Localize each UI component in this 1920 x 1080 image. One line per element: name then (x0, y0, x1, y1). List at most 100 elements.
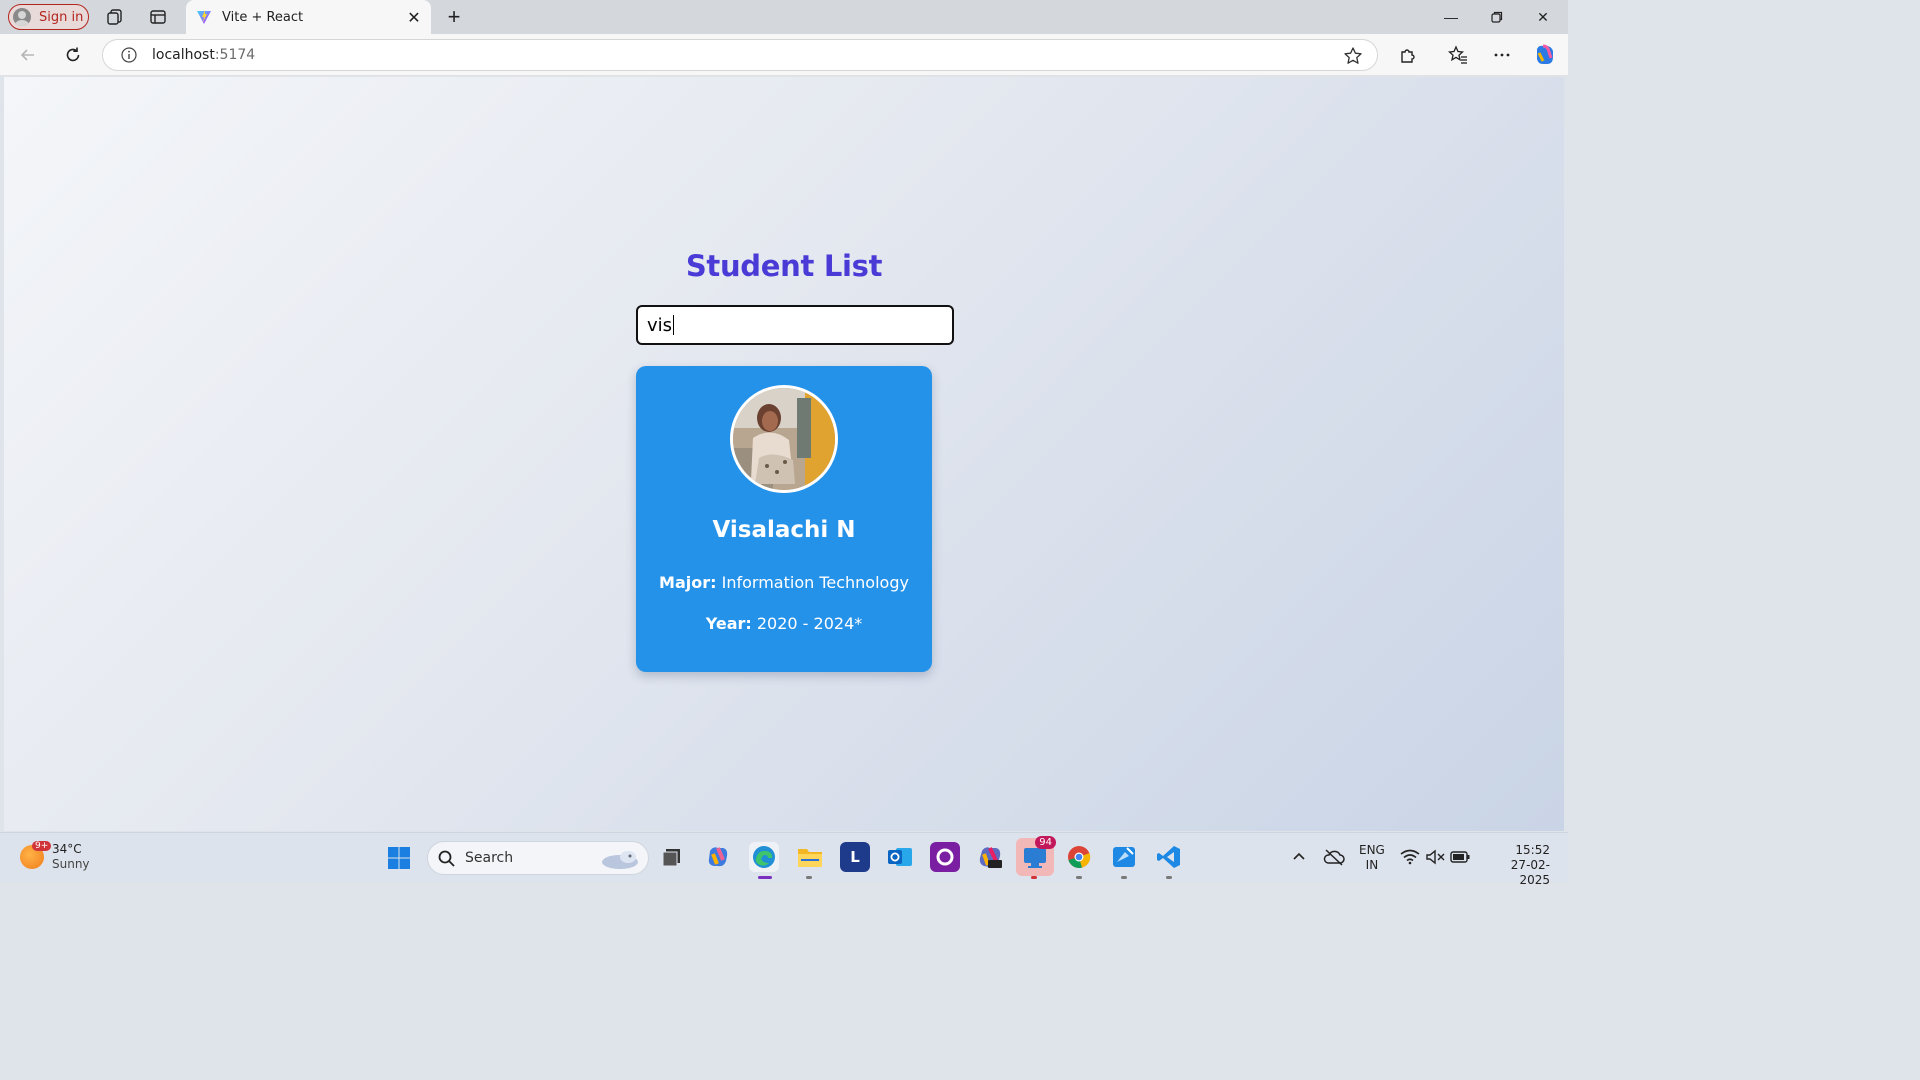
favorites-button[interactable] (1446, 43, 1470, 67)
search-highlight-icon (602, 851, 638, 869)
student-name: Visalachi N (712, 517, 856, 543)
vscode-icon (1157, 846, 1180, 868)
teams-running-indicator (1031, 876, 1037, 879)
task-view-app[interactable] (657, 842, 687, 872)
region-code: IN (1365, 858, 1379, 872)
folder-icon (798, 849, 822, 867)
minimize-button[interactable]: — (1428, 0, 1474, 34)
vertical-tabs-icon[interactable] (149, 8, 167, 26)
chrome-icon (1068, 846, 1091, 868)
tab-vite-react[interactable]: Vite + React ✕ (186, 0, 431, 34)
page-viewport: Student List vis Visalachi N Major: Info… (4, 77, 1564, 831)
chrome-running-indicator (1076, 876, 1082, 879)
major-value: Information Technology (721, 573, 909, 592)
year-label: Year: (705, 614, 752, 633)
m365-app[interactable] (975, 842, 1005, 872)
refresh-button[interactable] (61, 43, 85, 67)
file-explorer-app[interactable] (795, 842, 825, 872)
paint-running-indicator (1121, 876, 1127, 879)
settings-more-button[interactable] (1490, 43, 1514, 67)
sun-icon: 9+ (20, 841, 52, 869)
edge-active-indicator (758, 876, 772, 879)
url-port: :5174 (214, 47, 256, 63)
student-photo (730, 385, 838, 493)
task-view-icon (662, 849, 680, 867)
browser-titlebar: Sign in Vite + React ✕ + — ✕ (0, 0, 1568, 34)
extensions-icon (1401, 49, 1415, 63)
major-label: Major: (659, 573, 717, 592)
copilot-taskbar-icon (708, 847, 728, 867)
back-button[interactable] (16, 43, 40, 67)
language-indicator[interactable]: ENG IN (1359, 843, 1385, 873)
clock[interactable]: 15:52 27-02-2025 (1484, 843, 1550, 888)
teams-badge: 94 (1035, 836, 1056, 849)
page-title: Student List (685, 249, 883, 283)
restore-icon (1491, 11, 1503, 23)
chrome-app[interactable] (1064, 842, 1094, 872)
l-app[interactable]: L (840, 842, 870, 872)
copilot-app[interactable] (703, 842, 733, 872)
student-search-input[interactable]: vis (636, 305, 954, 345)
clock-date: 27-02-2025 (1510, 858, 1550, 887)
copilot-icon (1537, 44, 1553, 64)
teams-app[interactable]: 94 (1016, 836, 1056, 876)
address-bar[interactable]: localhost:5174 (102, 39, 1378, 71)
edge-app[interactable] (749, 842, 779, 872)
battery-icon[interactable] (1450, 851, 1470, 863)
start-windows-icon[interactable] (387, 846, 411, 870)
favorites-icon (1448, 45, 1467, 64)
weather-widget[interactable]: 9+ 34°C Sunny (20, 841, 90, 872)
m365-icon (979, 847, 1002, 868)
workspaces-icon[interactable] (106, 8, 124, 26)
sign-in-label: Sign in (39, 9, 84, 25)
windows-taskbar: 9+ 34°C Sunny Search L 94 ENG IN 15:52 2… (0, 832, 1568, 887)
browser-toolbar: localhost:5174 (0, 34, 1568, 76)
url-text: localhost:5174 (152, 47, 255, 63)
edge-icon (753, 846, 775, 868)
more-icon (1494, 53, 1510, 57)
close-tab-icon[interactable]: ✕ (405, 8, 423, 27)
sign-in-button[interactable]: Sign in (8, 4, 89, 30)
profile-icon (13, 8, 31, 26)
year-value: 2020 - 2024* (756, 614, 863, 633)
search-icon (438, 850, 455, 867)
explorer-running-indicator (806, 876, 812, 879)
clock-time: 15:52 (1515, 843, 1550, 857)
search-input-value: vis (647, 314, 673, 336)
site-info-icon[interactable] (121, 47, 137, 63)
url-host: localhost (152, 47, 215, 63)
vscode-app[interactable] (1154, 842, 1184, 872)
student-photo-image (733, 388, 835, 490)
temperature: 34°C (52, 842, 82, 856)
outlook-app[interactable] (885, 842, 915, 872)
refresh-icon (66, 47, 80, 62)
vscode-running-indicator (1166, 876, 1172, 879)
student-year: Year: 2020 - 2024* (636, 614, 932, 633)
paint-app[interactable] (1109, 842, 1139, 872)
student-card[interactable]: Visalachi N Major: Information Technolog… (636, 366, 932, 672)
weather-condition: Sunny (52, 857, 90, 871)
close-window-button[interactable]: ✕ (1520, 0, 1566, 34)
cortana-app[interactable] (930, 842, 960, 872)
volume-muted-icon[interactable] (1425, 849, 1445, 865)
wifi-icon[interactable] (1400, 849, 1420, 865)
paint-icon (1113, 847, 1135, 867)
favorite-star-icon[interactable] (1343, 46, 1363, 66)
taskbar-search-box[interactable]: Search (427, 841, 649, 875)
extensions-button[interactable] (1396, 43, 1420, 67)
outlook-icon (888, 848, 912, 866)
language-code: ENG (1359, 843, 1385, 857)
back-arrow-icon (20, 49, 34, 61)
tab-title: Vite + React (222, 9, 304, 25)
weather-badge: 9+ (32, 841, 52, 851)
onedrive-offline-icon[interactable] (1323, 848, 1345, 866)
copilot-button[interactable] (1533, 43, 1557, 67)
vite-logo-icon (197, 10, 211, 24)
text-caret (673, 315, 675, 335)
taskbar-search-placeholder: Search (465, 850, 514, 866)
restore-button[interactable] (1474, 0, 1520, 34)
new-tab-button[interactable]: + (442, 4, 466, 29)
show-hidden-icons-chevron-icon[interactable] (1292, 851, 1306, 861)
ring-icon (936, 848, 954, 866)
student-major: Major: Information Technology (636, 573, 932, 592)
